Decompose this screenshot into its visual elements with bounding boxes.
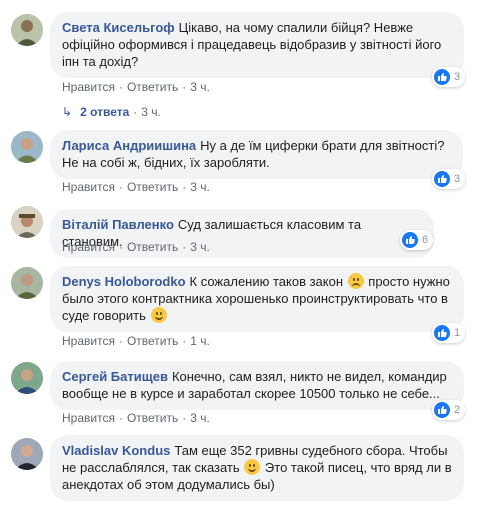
comment-bubble: Denys Holoborodko К сожалению таков закон… — [50, 266, 464, 332]
comment-actions: Нравится · Ответить · 3 ч. — [62, 411, 210, 425]
reply-arrow-icon: ↳ — [62, 105, 73, 119]
comment-time[interactable]: 3 ч. — [190, 180, 210, 194]
comment-bubble: Сергей Батищев Конечно, сам взял, никто н… — [50, 361, 464, 410]
reaction-number: 3 — [454, 173, 461, 185]
comment-actions: Нравится · Ответить · 1 ч. — [62, 334, 210, 348]
comment-time[interactable]: 1 ч. — [190, 334, 210, 348]
smiley-icon — [150, 307, 167, 323]
like-link[interactable]: Нравится — [62, 334, 115, 348]
comment-author[interactable]: Лариса Андриишина — [62, 138, 196, 153]
reaction-count[interactable]: 1 — [432, 323, 466, 343]
like-link[interactable]: Нравится — [62, 180, 115, 194]
worried-face-icon — [347, 273, 364, 289]
reaction-number: 1 — [454, 327, 461, 339]
like-link[interactable]: Нравится — [62, 240, 115, 254]
view-replies[interactable]: ↳ 2 ответа · 3 ч. — [62, 105, 161, 119]
comment-text: К сожалению таков закон — [189, 274, 344, 289]
reaction-count[interactable]: 2 — [432, 400, 466, 420]
comment-author[interactable]: Сергей Батищев — [62, 369, 168, 384]
like-link[interactable]: Нравится — [62, 80, 115, 94]
thumbs-up-icon — [434, 69, 450, 85]
reaction-number: 6 — [422, 234, 429, 246]
thumbs-up-icon — [402, 232, 418, 248]
comment-author[interactable]: Света Кисельгоф — [62, 20, 175, 35]
comment-author[interactable]: Віталій Павленко — [62, 217, 174, 232]
reply-link[interactable]: Ответить — [127, 240, 178, 254]
comment-actions: Нравится · Ответить · 3 ч. — [62, 80, 210, 94]
comment-author[interactable]: Vladislav Kondus — [62, 443, 170, 458]
comment-actions: Нравится · Ответить · 3 ч. — [62, 180, 210, 194]
reaction-number: 3 — [454, 71, 461, 83]
avatar[interactable] — [11, 206, 43, 238]
reply-link[interactable]: Ответить — [127, 180, 178, 194]
avatar[interactable] — [11, 131, 43, 163]
thumbs-up-icon — [434, 325, 450, 341]
comment-time[interactable]: 3 ч. — [190, 80, 210, 94]
avatar[interactable] — [11, 267, 43, 299]
grinning-face-icon — [244, 459, 261, 475]
comment-bubble: Лариса Андриишина Ну а де їм циферки брат… — [50, 130, 463, 179]
comment-bubble: Света Кисельгоф Цікаво, на чому спалили б… — [50, 12, 464, 78]
replies-count[interactable]: 2 ответа — [80, 105, 129, 119]
comment-time[interactable]: 3 ч. — [190, 240, 210, 254]
thumbs-up-icon — [434, 171, 450, 187]
reply-link[interactable]: Ответить — [127, 80, 178, 94]
replies-time: 3 ч. — [141, 105, 161, 119]
avatar[interactable] — [11, 362, 43, 394]
avatar[interactable] — [11, 14, 43, 46]
like-link[interactable]: Нравится — [62, 411, 115, 425]
reaction-count[interactable]: 3 — [432, 67, 466, 87]
reaction-number: 2 — [454, 404, 461, 416]
comment-actions: Нравится · Ответить · 3 ч. — [62, 240, 210, 254]
avatar[interactable] — [11, 438, 43, 470]
comment-author[interactable]: Denys Holoborodko — [62, 274, 186, 289]
reaction-count[interactable]: 3 — [432, 169, 466, 189]
reply-link[interactable]: Ответить — [127, 334, 178, 348]
reply-link[interactable]: Ответить — [127, 411, 178, 425]
reaction-count[interactable]: 6 — [400, 230, 434, 250]
thumbs-up-icon — [434, 402, 450, 418]
comment-bubble: Vladislav Kondus Там еще 352 гривны судеб… — [50, 435, 464, 501]
comment-time[interactable]: 3 ч. — [190, 411, 210, 425]
